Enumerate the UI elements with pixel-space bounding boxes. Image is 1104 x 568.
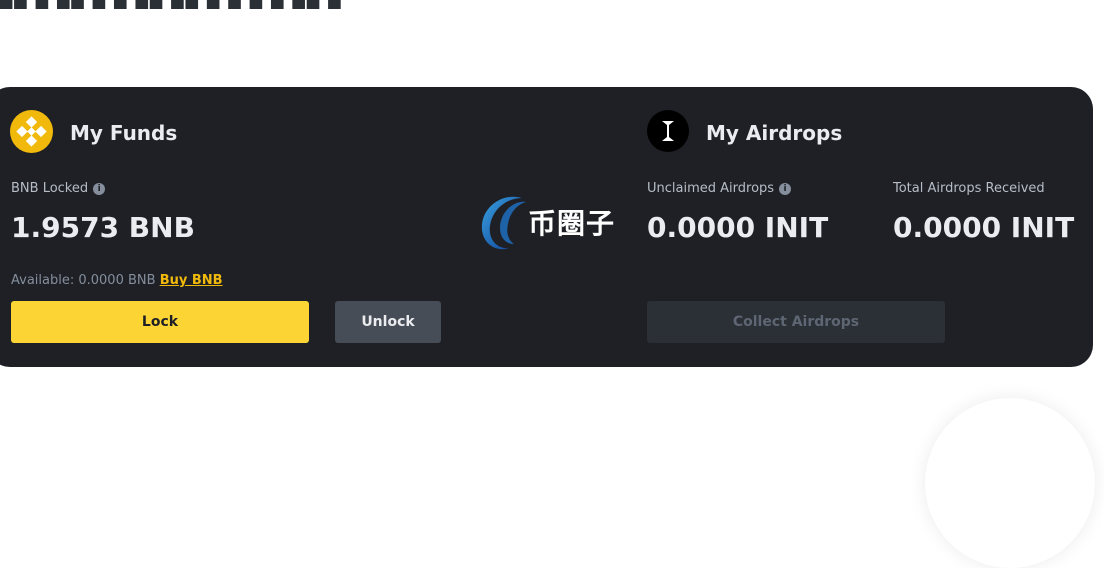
decorative-circle [925, 398, 1095, 568]
my-funds-title: My Funds [70, 121, 178, 145]
available-balance: Available: 0.0000 BNB Buy BNB [11, 273, 223, 288]
unclaimed-airdrops-label: Unclaimed Airdrops i [647, 181, 792, 196]
info-icon[interactable]: i [779, 183, 792, 195]
initia-icon [647, 110, 689, 152]
unclaimed-airdrops-value: 0.0000 INIT [647, 211, 829, 244]
info-icon[interactable]: i [93, 183, 106, 195]
bnb-icon [10, 110, 53, 153]
available-text: Available: 0.0000 BNB [11, 273, 156, 288]
buy-bnb-link[interactable]: Buy BNB [160, 273, 223, 288]
unlock-button[interactable]: Unlock [335, 301, 441, 343]
top-cropped-text: ▇▆ ▅ ▆▇ ▆ ▆ ▆▇ ▆▇ ▆ ▆ ▆ ▆ ▆▆ ▇ [0, 0, 1104, 10]
my-airdrops-title: My Airdrops [706, 121, 843, 145]
watermark-text: 币圈子 [528, 207, 616, 240]
total-airdrops-label: Total Airdrops Received [893, 181, 1045, 196]
bnb-locked-value: 1.9573 BNB [11, 211, 195, 244]
lock-button[interactable]: Lock [11, 301, 309, 343]
unclaimed-airdrops-label-text: Unclaimed Airdrops [647, 181, 775, 196]
watermark-swirl-icon [481, 196, 526, 250]
watermark-logo: 币圈子 [476, 192, 626, 254]
bnb-locked-label-text: BNB Locked [11, 181, 89, 196]
collect-airdrops-button[interactable]: Collect Airdrops [647, 301, 945, 343]
bnb-locked-label: BNB Locked i [11, 181, 106, 196]
total-airdrops-value: 0.0000 INIT [893, 211, 1075, 244]
